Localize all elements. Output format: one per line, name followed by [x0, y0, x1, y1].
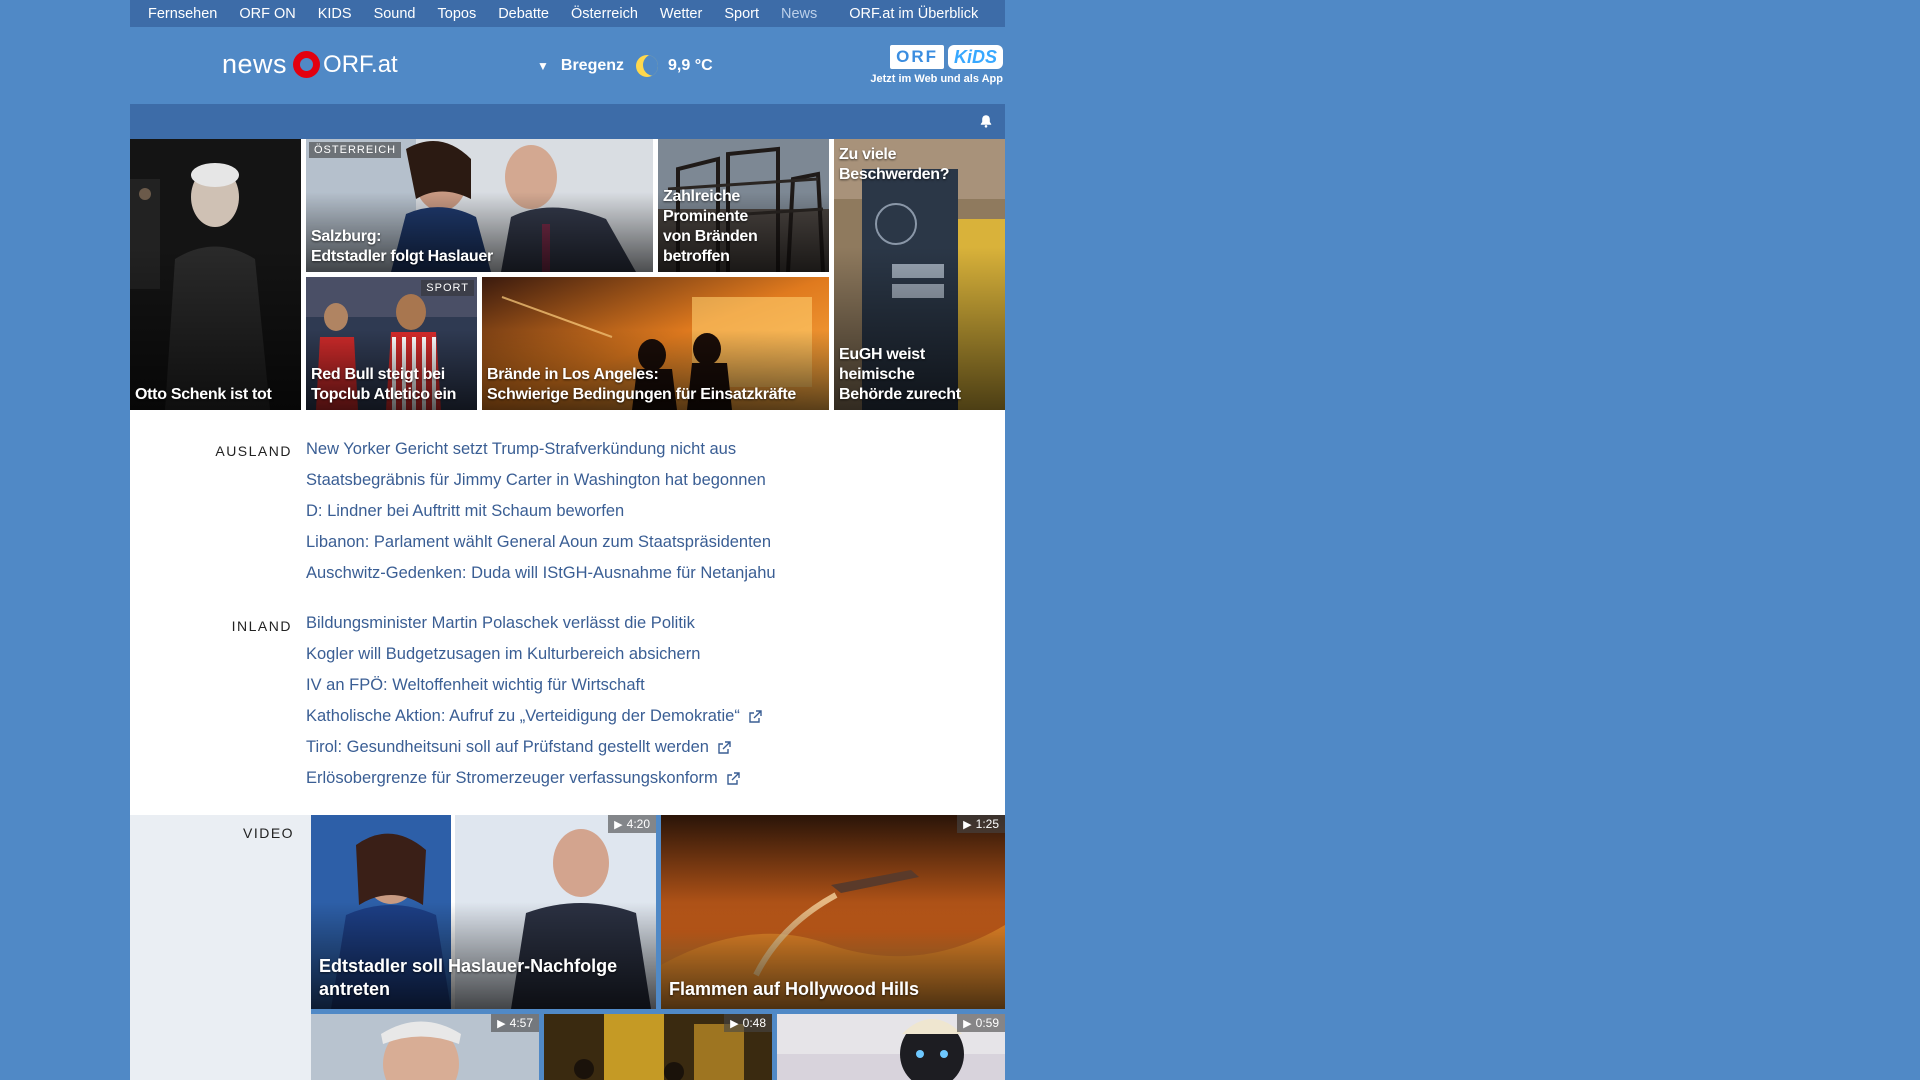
teaser-salzburg[interactable]: ÖSTERREICH Salzburg: Edtstadler folgt Ha… — [306, 139, 653, 272]
teaser-title: Brände in Los Angeles: Schwierige Beding… — [487, 366, 796, 403]
list-item: Auschwitz-Gedenken: Duda will IStGH-Ausn… — [306, 558, 776, 589]
weather-city[interactable]: Bregenz — [561, 57, 624, 75]
teaser-title: EuGH weist heimische Behörde zurecht — [839, 346, 961, 403]
video-tile-edtstadler[interactable]: ▶ 4:20 Edtstadler soll Haslauer-Nachfolge… — [311, 815, 656, 1009]
orf-badge: ORF — [890, 45, 944, 69]
teaser-la-fires[interactable]: Brände in Los Angeles: Schwierige Beding… — [482, 277, 829, 410]
teaser-title: Salzburg: Edtstadler folgt Haslauer — [311, 228, 493, 265]
video-tile-3[interactable]: ▶ 4:57 — [311, 1014, 539, 1080]
teaser-kicker: Zu viele Beschwerden? — [839, 146, 950, 183]
external-link-icon — [749, 709, 762, 723]
teaser-title: Otto Schenk ist tot — [135, 386, 272, 403]
teaser-title: Zahlreiche Prominente von Bränden betrof… — [663, 188, 758, 265]
teaser-red-bull[interactable]: SPORT Red Bull steigt bei Topclub Atleti… — [306, 277, 477, 410]
list-item: Tirol: Gesundheitsuni soll auf Prüfstand… — [306, 732, 762, 763]
play-icon: ▶ — [497, 1017, 506, 1030]
nav-news[interactable]: News — [781, 6, 817, 22]
external-link-icon — [727, 771, 740, 785]
list-item: Kogler will Budgetzusagen im Kulturberei… — [306, 639, 762, 670]
news-link-external[interactable]: Erlösobergrenze für Stromerzeuger verfas… — [306, 769, 740, 788]
video-duration: ▶ 0:48 — [724, 1014, 772, 1032]
play-icon: ▶ — [963, 1017, 972, 1030]
news-link[interactable]: Kogler will Budgetzusagen im Kulturberei… — [306, 645, 700, 664]
video-tile-4[interactable]: ▶ 0:48 — [544, 1014, 772, 1080]
moon-icon — [636, 55, 659, 77]
list-item: Staatsbegräbnis für Jimmy Carter in Wash… — [306, 465, 776, 496]
list-item: Katholische Aktion: Aufruf zu „Verteidig… — [306, 701, 762, 732]
nav-kids[interactable]: KIDS — [318, 6, 352, 22]
caret-down-icon[interactable]: ▼ — [537, 59, 549, 73]
site-header: news ORF.at ▼ Bregenz 9,9 °C ORF KiDS Je… — [130, 27, 1005, 102]
teaser-title: Red Bull steigt bei Topclub Atletico ein — [311, 366, 457, 403]
orf-eye-icon — [293, 51, 321, 78]
nav-debatte[interactable]: Debatte — [498, 6, 549, 22]
nav-wetter[interactable]: Wetter — [660, 6, 702, 22]
external-link-icon — [718, 740, 731, 754]
video-duration: ▶ 4:20 — [608, 815, 656, 833]
list-item: IV an FPÖ: Weltoffenheit wichtig für Wir… — [306, 670, 762, 701]
news-link[interactable]: Bildungsminister Martin Polaschek verläs… — [306, 614, 695, 633]
video-tile-5[interactable]: ▶ 0:59 — [777, 1014, 1005, 1080]
nav-topos[interactable]: Topos — [438, 6, 477, 22]
news-link-external[interactable]: Tirol: Gesundheitsuni soll auf Prüfstand… — [306, 738, 731, 757]
kids-badge: KiDS — [947, 45, 1003, 69]
play-icon: ▶ — [963, 818, 972, 831]
video-sidebar — [130, 815, 311, 1080]
list-item: Erlösobergrenze für Stromerzeuger verfas… — [306, 763, 762, 794]
news-link[interactable]: New Yorker Gericht setzt Trump-Strafverk… — [306, 440, 736, 459]
nav-orf-overview[interactable]: ORF.at im Überblick — [849, 6, 978, 22]
video-tile-hollywood-hills[interactable]: ▶ 1:25 Flammen auf Hollywood Hills — [661, 815, 1005, 1009]
kids-tagline: Jetzt im Web und als App — [870, 73, 1003, 85]
teaser-otto-schenk[interactable]: Otto Schenk ist tot — [130, 139, 301, 410]
teaser-tag: SPORT — [421, 280, 474, 296]
section-label-video: VIDEO — [243, 825, 295, 841]
news-link[interactable]: Auschwitz-Gedenken: Duda will IStGH-Ausn… — [306, 564, 776, 583]
video-title: Edtstadler soll Haslauer-Nachfolge antre… — [319, 956, 618, 999]
nav-sound[interactable]: Sound — [374, 6, 416, 22]
weather-temperature: 9,9 °C — [668, 57, 713, 74]
news-link[interactable]: IV an FPÖ: Weltoffenheit wichtig für Wir… — [306, 676, 645, 695]
logo-orf-text: ORF.at — [323, 50, 398, 78]
news-link-external[interactable]: Katholische Aktion: Aufruf zu „Verteidig… — [306, 707, 762, 726]
list-item: Libanon: Parlament wählt General Aoun zu… — [306, 527, 776, 558]
teaser-eugh[interactable]: Zu viele Beschwerden? EuGH weist heimisc… — [834, 139, 1005, 410]
news-orf-logo[interactable]: news ORF.at — [222, 49, 398, 80]
top-navigation: Fernsehen ORF ON KIDS Sound Topos Debatt… — [130, 0, 1005, 27]
news-list-inland: Bildungsminister Martin Polaschek verläs… — [306, 608, 762, 794]
video-duration: ▶ 1:25 — [957, 815, 1005, 833]
section-label-ausland: AUSLAND — [215, 443, 292, 459]
orf-kids-promo[interactable]: ORF KiDS Jetzt im Web und als App — [870, 45, 1003, 85]
nav-orf-on[interactable]: ORF ON — [239, 6, 295, 22]
logo-news-text: news — [222, 49, 288, 79]
bell-icon[interactable] — [979, 114, 993, 128]
video-duration: ▶ 0:59 — [957, 1014, 1005, 1032]
nav-fernsehen[interactable]: Fernsehen — [148, 6, 217, 22]
news-link[interactable]: Staatsbegräbnis für Jimmy Carter in Wash… — [306, 471, 766, 490]
teaser-tag: ÖSTERREICH — [309, 142, 402, 158]
teaser-prominente[interactable]: Zahlreiche Prominente von Bränden betrof… — [658, 139, 829, 272]
play-icon: ▶ — [614, 818, 623, 831]
main-content: Otto Schenk ist tot ÖSTERREICH Salzburg:… — [130, 139, 1005, 815]
news-list-ausland: New Yorker Gericht setzt Trump-Strafverk… — [306, 434, 776, 589]
play-icon: ▶ — [730, 1017, 739, 1030]
nav-oesterreich[interactable]: Österreich — [571, 6, 638, 22]
list-item: New Yorker Gericht setzt Trump-Strafverk… — [306, 434, 776, 465]
notification-bar — [130, 104, 1005, 139]
weather-widget: ▼ Bregenz 9,9 °C — [537, 55, 713, 77]
nav-sport[interactable]: Sport — [724, 6, 759, 22]
list-item: Bildungsminister Martin Polaschek verläs… — [306, 608, 762, 639]
list-item: D: Lindner bei Auftritt mit Schaum bewor… — [306, 496, 776, 527]
video-title: Flammen auf Hollywood Hills — [669, 979, 920, 999]
video-duration: ▶ 4:57 — [491, 1014, 539, 1032]
news-link[interactable]: D: Lindner bei Auftritt mit Schaum bewor… — [306, 502, 624, 521]
news-link[interactable]: Libanon: Parlament wählt General Aoun zu… — [306, 533, 771, 552]
section-label-inland: INLAND — [231, 618, 292, 634]
